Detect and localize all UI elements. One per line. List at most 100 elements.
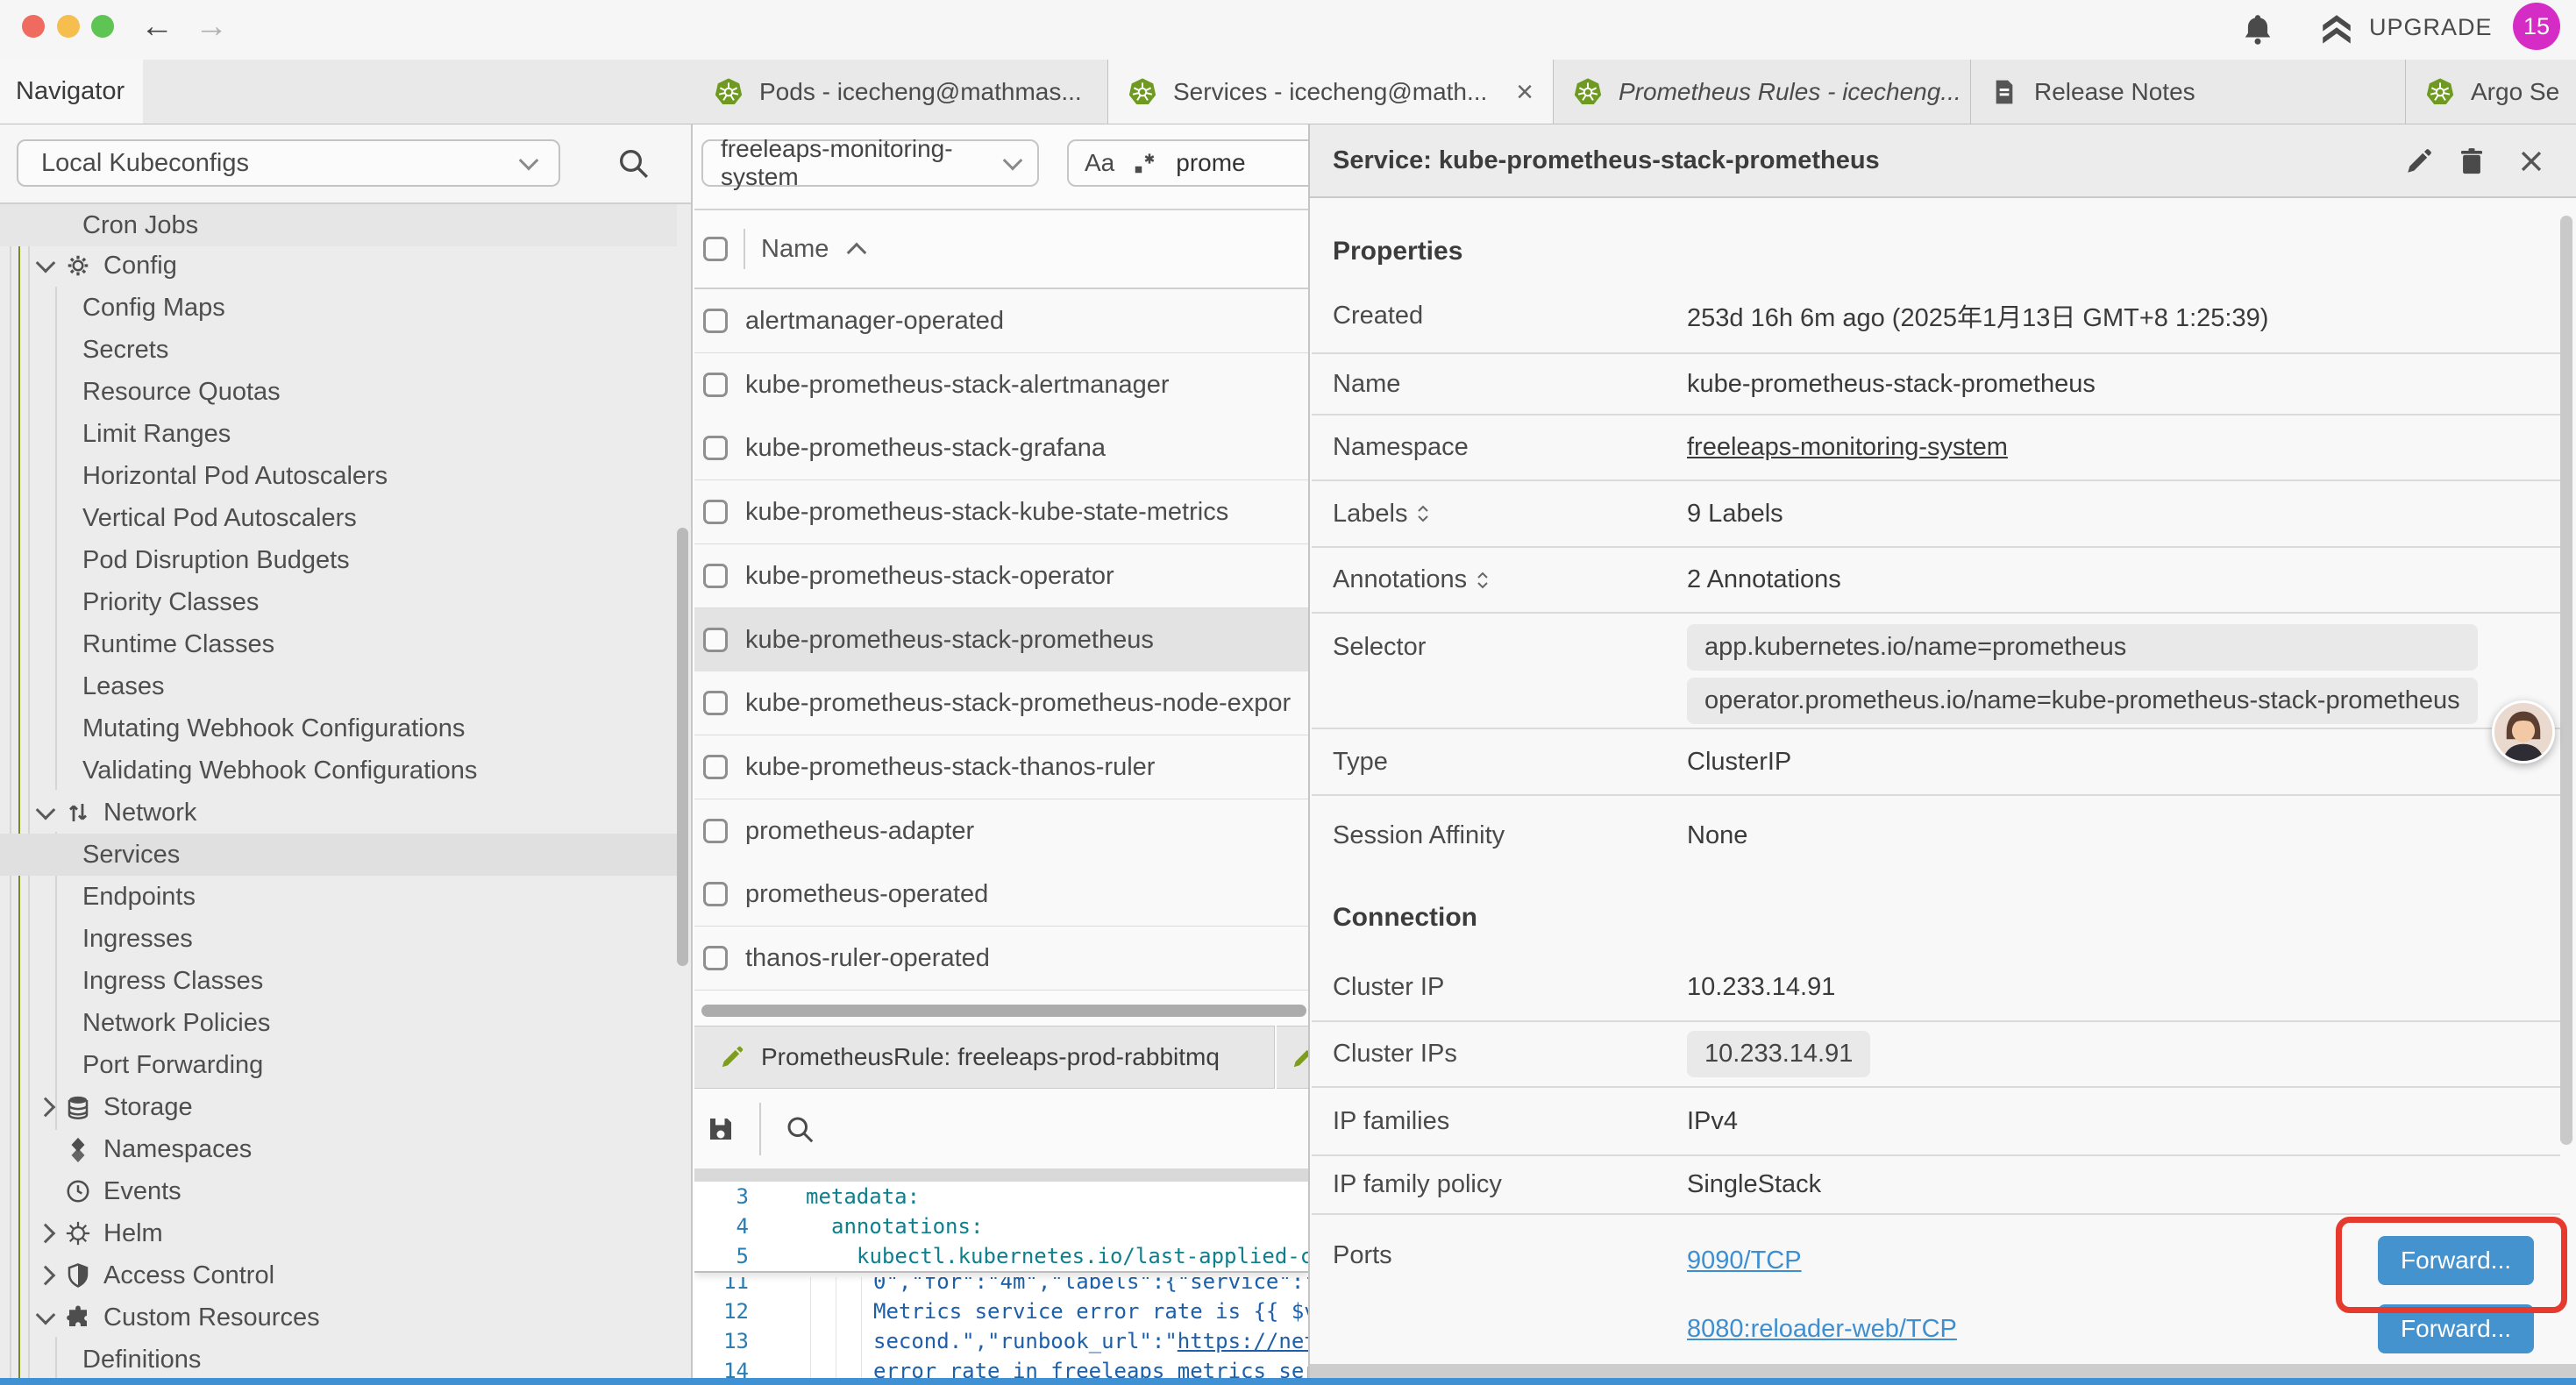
sidebar-item-validating-webhook-configurations[interactable]: Validating Webhook Configurations [0, 749, 677, 792]
forward-arrow-icon[interactable]: → [195, 7, 228, 46]
select-all-checkbox[interactable] [703, 237, 728, 261]
sidebar-item-horizontal-pod-autoscalers[interactable]: Horizontal Pod Autoscalers [0, 455, 677, 497]
sidebar-item-cron-jobs[interactable]: Cron Jobs [0, 204, 677, 246]
sidebar-search-icon[interactable] [616, 146, 651, 181]
expand-sort-icon[interactable] [1476, 570, 1490, 591]
tab-argo[interactable]: Argo Se [2406, 60, 2576, 124]
row-checkbox[interactable] [703, 691, 728, 715]
sidebar-group-config[interactable]: Config [0, 245, 677, 287]
sidebar-item-events[interactable]: Events [0, 1170, 677, 1212]
row-checkbox[interactable] [703, 436, 728, 460]
yaml-editor[interactable]: 3metadata: 4annotations: 5kubectl.kubern… [694, 1182, 1308, 1378]
namespace-filter-dropdown[interactable]: freeleaps-monitoring-system [701, 139, 1039, 187]
sidebar-group-access-control[interactable]: Access Control [0, 1254, 677, 1296]
chevron-right-icon[interactable] [36, 1266, 56, 1286]
back-arrow-icon[interactable]: ← [140, 7, 174, 46]
table-row[interactable]: prometheus-adapter [694, 799, 1308, 863]
kubeconfig-selector[interactable]: Local Kubeconfigs [17, 139, 560, 187]
sidebar-item-services[interactable]: Services [0, 834, 677, 876]
tab-close-icon[interactable]: × [1516, 77, 1534, 107]
sidebar-group-helm[interactable]: Helm [0, 1212, 677, 1254]
table-row[interactable]: kube-prometheus-stack-kube-state-metrics [694, 480, 1308, 544]
notification-count-badge[interactable]: 15 [2513, 3, 2560, 50]
port-link-9090[interactable]: 9090/TCP [1687, 1246, 1802, 1275]
table-row[interactable]: thanos-ruler-operated [694, 927, 1308, 991]
row-checkbox[interactable] [703, 946, 728, 970]
sidebar-item-leases[interactable]: Leases [0, 665, 677, 707]
detail-panel-scrollbar[interactable] [2560, 216, 2572, 1145]
table-row[interactable]: prometheus-operated [694, 863, 1308, 927]
window-close-button[interactable] [22, 15, 45, 38]
notifications-bell-icon[interactable] [2241, 12, 2274, 46]
table-row[interactable]: kube-prometheus-stack-alertmanager [694, 353, 1308, 417]
sidebar-item-runtime-classes[interactable]: Runtime Classes [0, 623, 677, 665]
tab-prometheus-rules[interactable]: Prometheus Rules - icecheng... [1554, 60, 1971, 124]
sidebar-group-storage[interactable]: Storage [0, 1086, 677, 1128]
sidebar-item-priority-classes[interactable]: Priority Classes [0, 581, 677, 623]
row-checkbox[interactable] [703, 500, 728, 524]
close-icon[interactable] [2516, 146, 2546, 176]
regex-icon[interactable] [1132, 150, 1158, 176]
match-case-icon[interactable]: Aa [1085, 149, 1114, 177]
dock-tab-prometheusrule[interactable]: PrometheusRule: freeleaps-prod-rabbitmq [694, 1026, 1275, 1089]
row-checkbox[interactable] [703, 882, 728, 906]
sidebar-item-endpoints[interactable]: Endpoints [0, 876, 677, 918]
sidebar-group-custom-resources[interactable]: Custom Resources [0, 1296, 677, 1339]
table-row[interactable]: kube-prometheus-stack-thanos-ruler [694, 735, 1308, 799]
chevron-down-icon[interactable] [36, 1305, 56, 1325]
chevron-down-icon[interactable] [36, 800, 56, 820]
connection-row-ip-families: IP families IPv4 [1312, 1088, 2560, 1156]
sidebar-item-namespaces[interactable]: Namespaces [0, 1128, 677, 1170]
sidebar-item-port-forwarding[interactable]: Port Forwarding [0, 1044, 677, 1086]
sidebar-item-network-policies[interactable]: Network Policies [0, 1002, 677, 1044]
chevron-right-icon[interactable] [36, 1224, 56, 1244]
sidebar-item-config-maps[interactable]: Config Maps [0, 287, 677, 329]
chevron-down-icon[interactable] [36, 253, 56, 273]
trash-icon[interactable] [2457, 146, 2487, 176]
row-checkbox[interactable] [703, 755, 728, 779]
sidebar-item-ingress-classes[interactable]: Ingress Classes [0, 960, 677, 1002]
namespace-link[interactable]: freeleaps-monitoring-system [1687, 433, 2008, 462]
sidebar-scrollbar[interactable] [677, 528, 688, 966]
sidebar-item-resource-quotas[interactable]: Resource Quotas [0, 371, 677, 413]
sidebar-item-mutating-webhook-configurations[interactable]: Mutating Webhook Configurations [0, 707, 677, 749]
tab-pods[interactable]: Pods - icecheng@mathmas... [694, 60, 1108, 124]
window-zoom-button[interactable] [91, 15, 114, 38]
sidebar-item-vertical-pod-autoscalers[interactable]: Vertical Pod Autoscalers [0, 497, 677, 539]
tab-release-notes[interactable]: Release Notes [1971, 60, 2406, 124]
upgrade-label[interactable]: UPGRADE [2369, 14, 2493, 41]
sidebar-item-limit-ranges[interactable]: Limit Ranges [0, 413, 677, 455]
list-search-input[interactable]: Aa prome [1067, 139, 1308, 187]
sidebar-item-secrets[interactable]: Secrets [0, 329, 677, 371]
expand-sort-icon[interactable] [1416, 503, 1430, 524]
tab-navigator[interactable]: Navigator [0, 60, 143, 124]
chevron-right-icon[interactable] [36, 1097, 56, 1118]
table-row-selected[interactable]: kube-prometheus-stack-prometheus [694, 608, 1308, 672]
row-checkbox[interactable] [703, 628, 728, 652]
sidebar-item-definitions[interactable]: Definitions [0, 1339, 677, 1378]
sidebar-item-ingresses[interactable]: Ingresses [0, 918, 677, 960]
horizontal-scrollbar[interactable] [701, 1005, 1306, 1017]
row-checkbox[interactable] [703, 564, 728, 588]
editor-url-link[interactable]: https://net [1178, 1329, 1308, 1353]
assistant-avatar[interactable] [2492, 700, 2555, 764]
window-minimize-button[interactable] [57, 15, 80, 38]
editor-search-icon[interactable] [784, 1113, 815, 1145]
row-checkbox[interactable] [703, 309, 728, 333]
dock-tab-next[interactable] [1277, 1026, 1308, 1089]
row-checkbox[interactable] [703, 819, 728, 843]
sidebar-group-network[interactable]: Network [0, 792, 677, 834]
table-row[interactable]: kube-prometheus-stack-operator [694, 544, 1308, 608]
port-link-8080[interactable]: 8080:reloader-web/TCP [1687, 1315, 1957, 1344]
upgrade-chevrons-icon[interactable] [2318, 11, 2355, 47]
sort-ascending-icon[interactable] [847, 243, 867, 263]
table-row[interactable]: kube-prometheus-stack-grafana [694, 416, 1308, 480]
table-row[interactable]: kube-prometheus-stack-prometheus-node-ex… [694, 671, 1308, 735]
table-row[interactable]: alertmanager-operated [694, 289, 1308, 353]
sidebar-item-pod-disruption-budgets[interactable]: Pod Disruption Budgets [0, 539, 677, 581]
row-checkbox[interactable] [703, 373, 728, 397]
tab-services[interactable]: Services - icecheng@math... × [1108, 60, 1554, 124]
edit-pencil-icon[interactable] [2404, 146, 2434, 176]
save-button[interactable] [705, 1113, 737, 1145]
column-header-name[interactable]: Name [761, 235, 829, 264]
